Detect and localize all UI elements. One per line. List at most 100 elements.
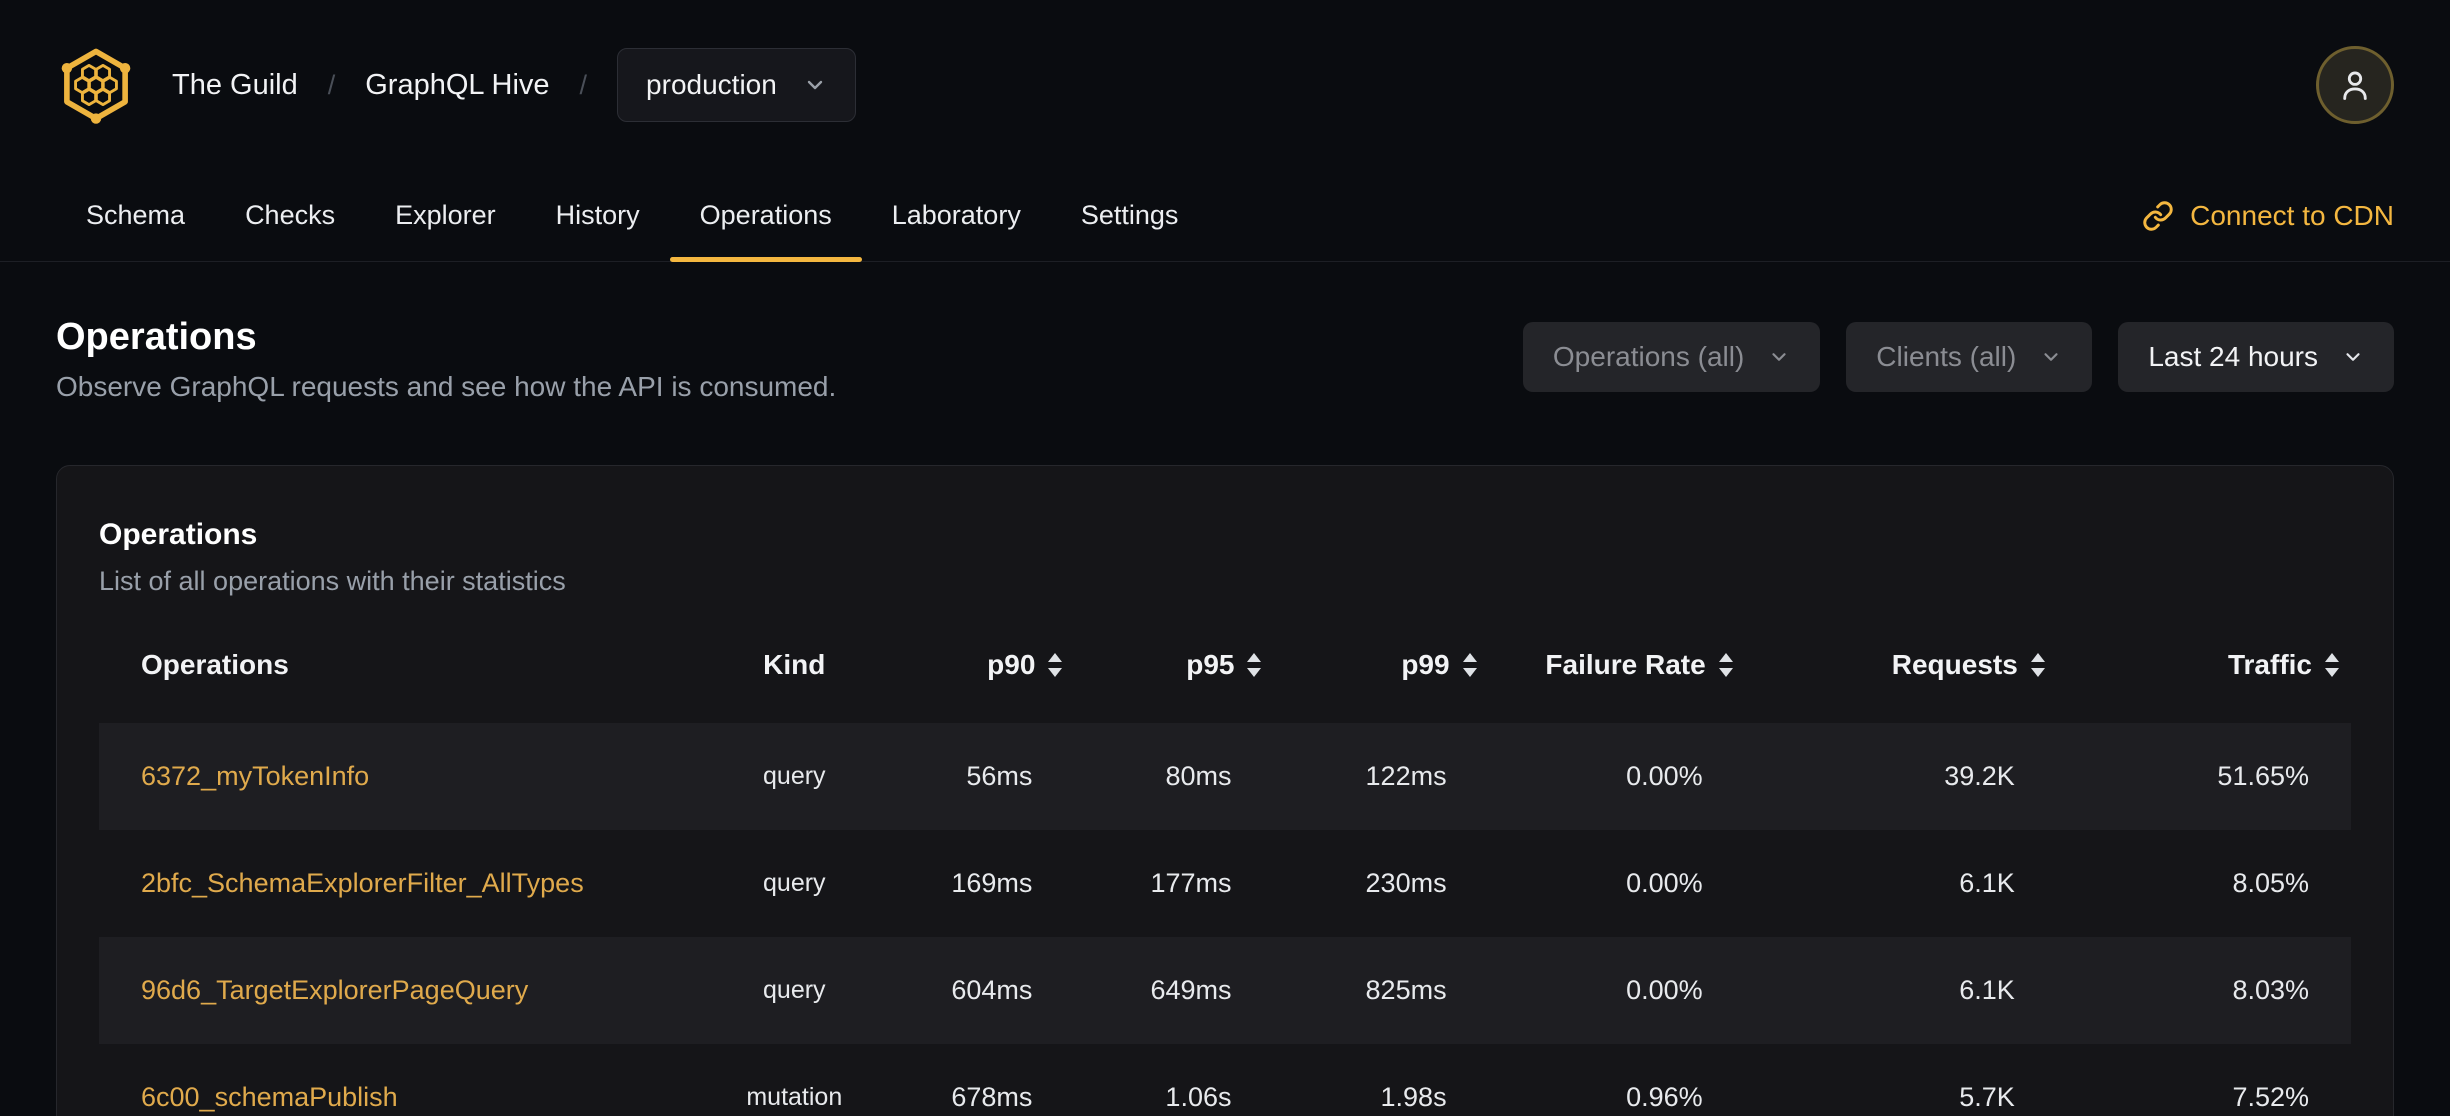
column-header-label: Kind xyxy=(763,649,826,680)
failure-rate-cell: 0.96% xyxy=(1626,1082,1703,1112)
traffic-cell: 7.52% xyxy=(2232,1082,2309,1112)
sort-arrows-icon[interactable] xyxy=(1718,653,1733,677)
nav-tab[interactable]: Laboratory xyxy=(862,170,1051,261)
nav-tab[interactable]: Settings xyxy=(1051,170,1209,261)
failure-rate-cell: 0.00% xyxy=(1488,723,1745,830)
kind-cell: query xyxy=(659,723,930,830)
p90-cell: 678ms xyxy=(951,1082,1033,1112)
nav-tab[interactable]: Checks xyxy=(215,170,365,261)
column-header-label: Traffic xyxy=(2227,649,2312,680)
page-header: Operations Observe GraphQL requests and … xyxy=(0,262,2450,403)
column-header-label: Requests xyxy=(1891,649,2018,680)
tabs: Schema Checks Explorer History Operation… xyxy=(56,170,1209,262)
period-dropdown[interactable]: Last 24 hours xyxy=(2118,322,2394,392)
column-header[interactable]: Operations xyxy=(99,607,659,723)
table-row: 2bfc_SchemaExplorerFilter_AllTypes query… xyxy=(99,830,2351,937)
operation-link[interactable]: 6372_myTokenInfo xyxy=(141,761,369,791)
p99-cell: 825ms xyxy=(1273,937,1489,1044)
sort-arrows-icon[interactable] xyxy=(1048,653,1063,677)
traffic-cell: 8.03% xyxy=(2056,937,2351,1044)
card-subtitle: List of all operations with their statis… xyxy=(99,566,566,596)
kind-cell: mutation xyxy=(746,1083,843,1111)
column-header-label: p99 xyxy=(1401,649,1450,680)
breadcrumb-org[interactable]: The Guild xyxy=(172,69,298,102)
main-content: Operations Observe GraphQL requests and … xyxy=(0,262,2450,1116)
column-header[interactable]: Requests xyxy=(1745,607,2057,723)
p99-cell: 230ms xyxy=(1365,868,1447,898)
column-header[interactable]: Traffic xyxy=(2057,607,2351,723)
column-header[interactable]: Failure Rate xyxy=(1489,607,1745,723)
operation-link[interactable]: 2bfc_SchemaExplorerFilter_AllTypes xyxy=(141,868,584,898)
column-header-label: p90 xyxy=(987,649,1036,680)
page-title: Operations xyxy=(56,316,257,358)
p99-cell: 1.98s xyxy=(1380,1082,1447,1112)
period-label: Last 24 hours xyxy=(2148,341,2318,372)
sort-arrows-icon[interactable] xyxy=(1462,653,1477,677)
failure-rate-cell: 0.00% xyxy=(1626,868,1703,898)
operations-filter-dropdown[interactable]: Operations (all) xyxy=(1522,322,1821,392)
kind-cell: query xyxy=(659,937,930,1044)
connect-to-cdn-label: Connect to CDN xyxy=(2190,199,2394,231)
operations-card: Operations List of all operations with t… xyxy=(56,465,2394,1116)
sort-arrows-icon[interactable] xyxy=(1247,653,1262,677)
operations-filter-label: Operations (all) xyxy=(1552,341,1745,372)
breadcrumb-project[interactable]: GraphQL Hive xyxy=(365,69,549,102)
column-header-label: Operations xyxy=(141,649,289,680)
tab-navigation: Schema Checks Explorer History Operation… xyxy=(0,170,2450,262)
failure-rate-cell: 0.00% xyxy=(1488,937,1745,1044)
hive-logo[interactable] xyxy=(56,45,136,125)
p95-cell: 80ms xyxy=(1074,723,1274,830)
card-title: Operations xyxy=(99,518,258,551)
requests-cell: 5.7K xyxy=(1959,1082,2015,1112)
nav-tab[interactable]: History xyxy=(526,170,670,261)
column-header[interactable]: Kind xyxy=(659,607,929,723)
p95-cell: 1.06s xyxy=(1165,1082,1232,1112)
chevron-down-icon xyxy=(2044,353,2058,361)
requests-cell: 39.2K xyxy=(1744,723,2057,830)
traffic-cell: 51.65% xyxy=(2056,723,2351,830)
chevron-down-icon xyxy=(1772,353,1786,361)
hive-logo-icon xyxy=(61,48,131,124)
connect-to-cdn-link[interactable]: Connect to CDN xyxy=(2142,200,2394,232)
p95-cell: 177ms xyxy=(1150,868,1232,898)
nav-tab[interactable]: Schema xyxy=(56,170,215,261)
page-subtitle: Observe GraphQL requests and see how the… xyxy=(56,371,837,402)
link-icon xyxy=(2143,200,2173,231)
p90-cell: 604ms xyxy=(929,937,1075,1044)
sort-arrows-icon[interactable] xyxy=(2030,653,2045,677)
clients-filter-label: Clients (all) xyxy=(1876,341,2017,372)
operation-link[interactable]: 6c00_schemaPublish xyxy=(141,1082,398,1112)
clients-filter-dropdown[interactable]: Clients (all) xyxy=(1846,322,2093,392)
user-icon xyxy=(2343,71,2367,100)
breadcrumb: The Guild / GraphQL Hive / production xyxy=(172,48,856,122)
column-header-label: Failure Rate xyxy=(1545,649,1706,680)
column-header-label: p95 xyxy=(1186,649,1235,680)
operation-link[interactable]: 96d6_TargetExplorerPageQuery xyxy=(141,975,528,1005)
filters: Operations (all) Clients (all) Last 24 h… xyxy=(1522,322,2394,392)
chevron-down-icon xyxy=(2346,353,2360,361)
nav-tab[interactable]: Operations xyxy=(669,170,862,262)
breadcrumb-separator: / xyxy=(579,69,588,100)
column-header[interactable]: p90 xyxy=(929,607,1074,723)
p90-cell: 169ms xyxy=(951,868,1033,898)
chevron-down-icon xyxy=(807,80,823,90)
topbar: The Guild / GraphQL Hive / production xyxy=(0,0,2450,170)
operations-table: Operations Kind p90 p95 p99 Failure Rate… xyxy=(99,607,2351,1116)
column-header[interactable]: p99 xyxy=(1273,607,1488,723)
table-row: 96d6_TargetExplorerPageQuery query 604ms… xyxy=(99,937,2351,1044)
p95-cell: 649ms xyxy=(1074,937,1274,1044)
p99-cell: 122ms xyxy=(1273,723,1489,830)
table-row: 6c00_schemaPublish mutation 678ms 1.06s … xyxy=(99,1044,2351,1116)
nav-tab[interactable]: Explorer xyxy=(365,170,526,261)
sort-arrows-icon[interactable] xyxy=(2325,653,2339,677)
target-selector-value: production xyxy=(646,69,777,100)
requests-cell: 6.1K xyxy=(1959,868,2015,898)
user-avatar[interactable] xyxy=(2316,46,2394,124)
kind-cell: query xyxy=(763,869,826,897)
p90-cell: 56ms xyxy=(929,723,1075,830)
traffic-cell: 8.05% xyxy=(2232,868,2309,898)
table-row: 6372_myTokenInfo query 56ms 80ms 122ms 0… xyxy=(99,723,2351,830)
table-header-row: Operations Kind p90 p95 p99 Failure Rate… xyxy=(99,607,2351,723)
column-header[interactable]: p95 xyxy=(1074,607,1273,723)
target-selector[interactable]: production xyxy=(617,48,856,122)
